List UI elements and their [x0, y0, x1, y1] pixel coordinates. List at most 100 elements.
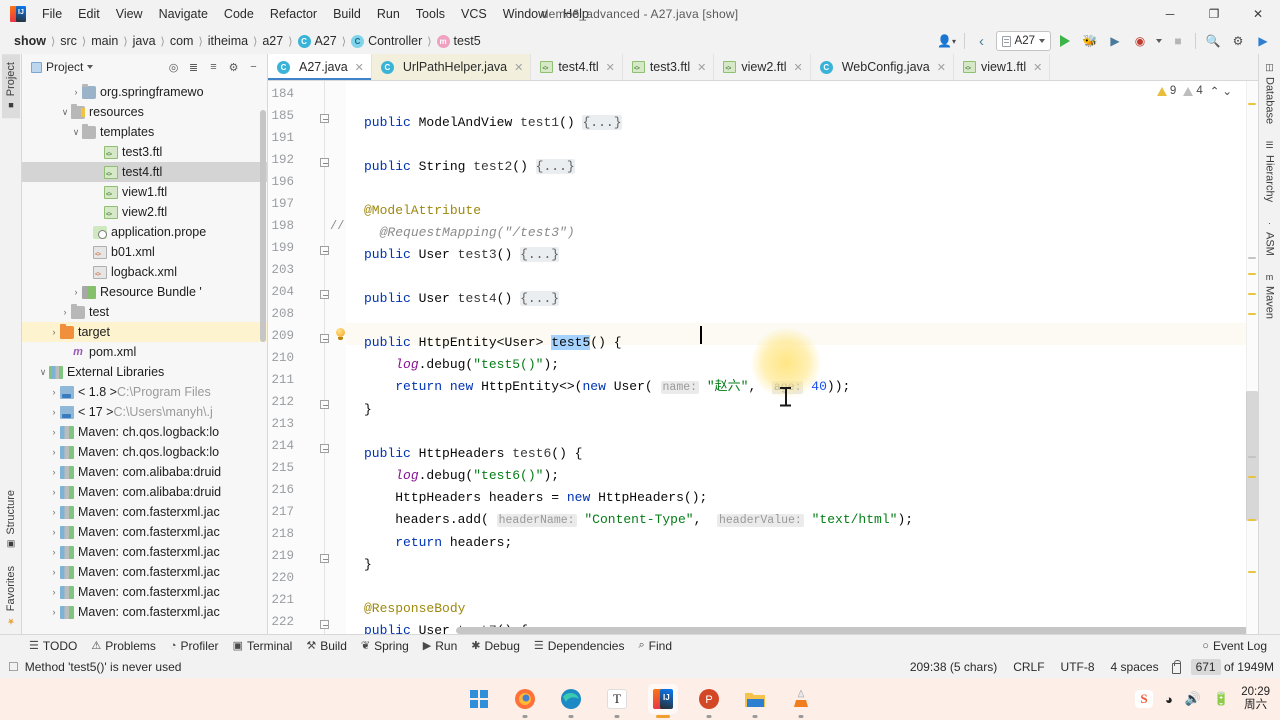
fold-marker[interactable]	[320, 246, 331, 257]
tree-item[interactable]: view2.ftl	[22, 202, 267, 222]
event-log-button[interactable]: ○ Event Log	[1195, 637, 1274, 655]
clock[interactable]: 20:29 周六	[1241, 686, 1270, 712]
tool-window-profiler[interactable]: ◔ Profiler	[163, 637, 226, 655]
tree-item[interactable]: › Maven: com.fasterxml.jac	[22, 602, 267, 622]
project-view-selector[interactable]: Project	[28, 58, 96, 76]
close-tab-icon[interactable]: ✕	[697, 61, 706, 74]
expand-arrow-icon[interactable]: ∨	[59, 107, 71, 118]
editor-tab[interactable]: test4.ftl ✕	[531, 54, 623, 80]
tool-window-dependencies[interactable]: ☰ Dependencies	[527, 637, 632, 655]
menu-file[interactable]: File	[34, 3, 70, 25]
hide-icon[interactable]: −	[244, 58, 263, 77]
run-coverage-icon[interactable]: ▶	[1104, 31, 1126, 51]
menu-tools[interactable]: Tools	[408, 3, 453, 25]
close-tab-icon[interactable]: ✕	[1033, 61, 1042, 74]
tree-item[interactable]: › Maven: com.fasterxml.jac	[22, 562, 267, 582]
menu-window[interactable]: Window	[495, 3, 555, 25]
menu-code[interactable]: Code	[216, 3, 262, 25]
menu-refactor[interactable]: Refactor	[262, 3, 325, 25]
sidebar-item-database[interactable]: ◫ Database	[1261, 54, 1279, 132]
updates-icon[interactable]: ▶	[1252, 31, 1274, 51]
fold-marker[interactable]	[320, 400, 331, 411]
expand-arrow-icon[interactable]: ›	[70, 87, 82, 97]
debug-icon[interactable]: 🐝	[1079, 31, 1101, 51]
sidebar-item-asm[interactable]: · ASM	[1261, 210, 1279, 264]
indent-setting[interactable]: 4 spaces	[1108, 659, 1162, 675]
menu-edit[interactable]: Edit	[70, 3, 108, 25]
code-area[interactable]: public ModelAndView test1() {...} public…	[346, 81, 1246, 634]
tool-window-bar[interactable]: ☰ TODO ⚠ Problems ◔ Profiler ▣ Terminal ⚒ Build ❦ S…	[0, 634, 1280, 656]
editor-tab[interactable]: C UrlPathHelper.java ✕	[371, 54, 532, 80]
error-stripe[interactable]	[1246, 81, 1258, 634]
expand-arrow-icon[interactable]: ›	[48, 527, 60, 537]
fold-marker[interactable]	[320, 290, 331, 301]
typora-icon[interactable]: T	[602, 684, 632, 718]
breadcrumb-show[interactable]: show	[10, 33, 50, 49]
minimize-button[interactable]: ─	[1148, 0, 1192, 28]
breadcrumb-a27[interactable]: a27	[258, 33, 287, 49]
project-tree-scrollbar[interactable]	[260, 110, 266, 342]
inspection-widget[interactable]: 9 4 ⌃ ⌄	[1156, 84, 1232, 98]
profiler-dropdown-icon[interactable]	[1154, 31, 1164, 51]
menu-run[interactable]: Run	[369, 3, 408, 25]
powerpoint-icon[interactable]: P	[694, 684, 724, 718]
expand-arrow-icon[interactable]: ›	[70, 287, 82, 297]
settings-gear-icon[interactable]: ⚙	[224, 58, 243, 77]
tree-item[interactable]: › < 1.8 > C:\Program Files	[22, 382, 267, 402]
close-tab-icon[interactable]: ✕	[355, 61, 364, 74]
editor-tab[interactable]: test3.ftl ✕	[623, 54, 715, 80]
fold-marker[interactable]	[320, 158, 331, 169]
close-tab-icon[interactable]: ✕	[606, 61, 615, 74]
tree-item[interactable]: › org.springframewo	[22, 82, 267, 102]
firefox-icon[interactable]	[510, 684, 540, 718]
battery-icon[interactable]: 🔋	[1213, 691, 1229, 707]
tool-window-todo[interactable]: ☰ TODO	[22, 637, 84, 655]
sidebar-item-structure[interactable]: ▣ Structure	[2, 482, 20, 558]
tree-item[interactable]: › < 17 > C:\Users\manyh\.j	[22, 402, 267, 422]
locate-icon[interactable]: ◎	[164, 58, 183, 77]
editor-tab[interactable]: view2.ftl ✕	[714, 54, 811, 80]
expand-arrow-icon[interactable]: ›	[48, 387, 60, 397]
menu-bar[interactable]: File Edit View Navigate Code Refactor Bu…	[34, 3, 597, 25]
expand-arrow-icon[interactable]: ›	[48, 487, 60, 497]
breadcrumb-class-A27[interactable]: C A27	[294, 33, 341, 49]
expand-arrow-icon[interactable]: ∨	[37, 367, 49, 378]
horizontal-scrollbar[interactable]	[456, 627, 1246, 634]
project-tree[interactable]: › org.springframewo ∨ resources ∨ templates te…	[22, 80, 267, 634]
prev-problem-icon[interactable]: ⌃	[1210, 84, 1220, 98]
collapse-all-icon[interactable]: ≡	[204, 58, 223, 77]
memory-indicator[interactable]: 671 of 1949M	[1190, 659, 1274, 675]
breadcrumb-java[interactable]: java	[129, 33, 160, 49]
tree-item[interactable]: application.prope	[22, 222, 267, 242]
sidebar-item-maven[interactable]: m Maven	[1261, 264, 1279, 327]
ime-icon[interactable]: S	[1134, 690, 1153, 708]
editor-tab[interactable]: C A27.java ✕	[268, 54, 372, 80]
profiler-icon[interactable]: ◉	[1129, 31, 1151, 51]
user-avatar-icon[interactable]: 👤 ▾	[936, 31, 958, 51]
fold-marker[interactable]	[320, 620, 331, 631]
search-everywhere-icon[interactable]: 🔍	[1202, 31, 1224, 51]
expand-arrow-icon[interactable]: ∨	[70, 127, 82, 138]
breadcrumb-com[interactable]: com	[166, 33, 198, 49]
edge-icon[interactable]	[556, 684, 586, 718]
caret-position[interactable]: 209:38 (5 chars)	[907, 659, 1000, 675]
fold-marker[interactable]	[320, 114, 331, 125]
volume-icon[interactable]: 🔊	[1185, 691, 1201, 707]
expand-arrow-icon[interactable]: ›	[48, 427, 60, 437]
run-configuration-selector[interactable]: A27	[995, 31, 1051, 51]
breadcrumb-main[interactable]: main	[87, 33, 122, 49]
expand-arrow-icon[interactable]: ›	[48, 567, 60, 577]
fold-marker[interactable]	[320, 554, 331, 565]
breadcrumb-method-test5[interactable]: m test5	[433, 33, 485, 49]
run-icon[interactable]	[1054, 31, 1076, 51]
menu-view[interactable]: View	[108, 3, 151, 25]
tree-item[interactable]: › Maven: com.fasterxml.jac	[22, 582, 267, 602]
tree-item[interactable]: m pom.xml	[22, 342, 267, 362]
breadcrumb-itheima[interactable]: itheima	[204, 33, 252, 49]
menu-build[interactable]: Build	[325, 3, 369, 25]
tree-item[interactable]: › Resource Bundle '	[22, 282, 267, 302]
tool-window-spring[interactable]: ❦ Spring	[354, 637, 416, 655]
tool-window-debug[interactable]: ✱ Debug	[464, 637, 527, 655]
expand-arrow-icon[interactable]: ›	[48, 547, 60, 557]
tree-item[interactable]: test3.ftl	[22, 142, 267, 162]
